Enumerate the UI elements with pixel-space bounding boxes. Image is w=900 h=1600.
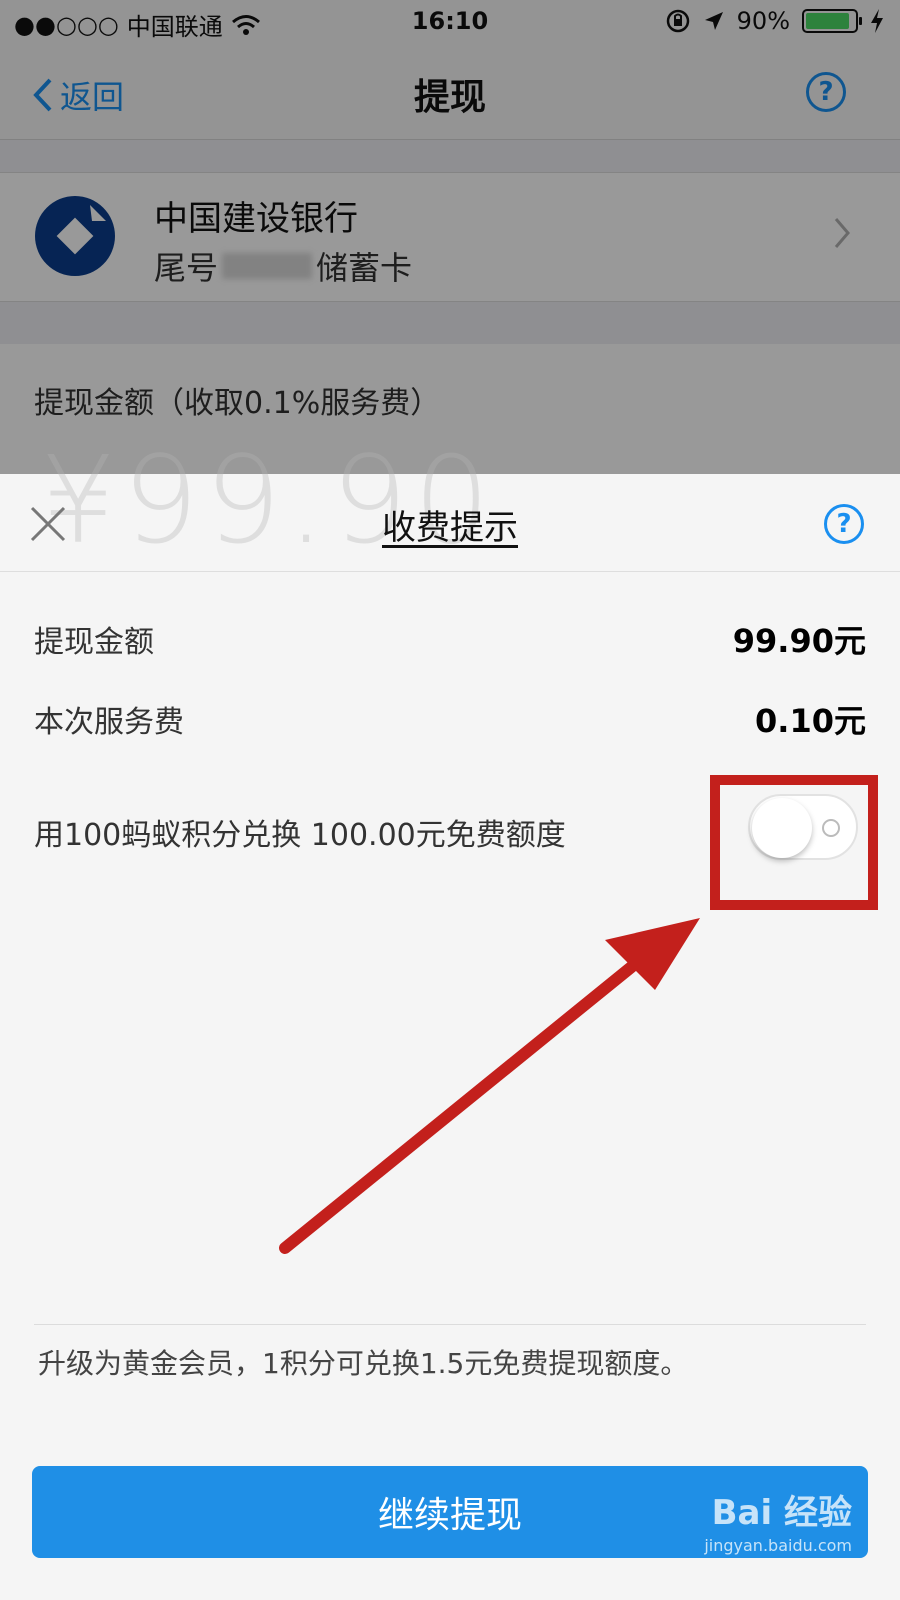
sheet-title-text: 收费提示: [382, 508, 518, 548]
baidu-watermark: Bai 经验 jingyan.baidu.com: [704, 1496, 852, 1554]
annotation-highlight-box: [710, 775, 878, 910]
watermark-url: jingyan.baidu.com: [704, 1536, 852, 1555]
sheet-header: ¥99.90 收费提示 ?: [0, 432, 900, 572]
withdraw-amount-value: 99.90元: [732, 622, 866, 660]
service-fee-value: 0.10元: [755, 702, 866, 740]
divider: [34, 1324, 866, 1325]
sheet-help-icon[interactable]: ?: [824, 504, 864, 544]
points-exchange-row: 用100蚂蚁积分兑换 100.00元免费额度: [34, 810, 674, 854]
sheet-title: 收费提示: [0, 500, 900, 549]
withdraw-amount-label: 提现金额: [34, 625, 154, 660]
service-fee-row: 本次服务费 0.10元: [34, 696, 866, 742]
points-exchange-label: 用100蚂蚁积分兑换 100.00元免费额度: [34, 818, 566, 853]
service-fee-label: 本次服务费: [34, 705, 184, 740]
withdraw-amount-row: 提现金额 99.90元: [34, 616, 866, 662]
fee-notice-sheet: ¥99.90 收费提示 ? 提现金额 99.90元 本次服务费 0.10元 用1…: [0, 432, 900, 1600]
watermark-brand: Bai 经验: [711, 1493, 852, 1533]
upgrade-note: 升级为黄金会员，1积分可兑换1.5元免费提现额度。: [38, 1347, 689, 1380]
